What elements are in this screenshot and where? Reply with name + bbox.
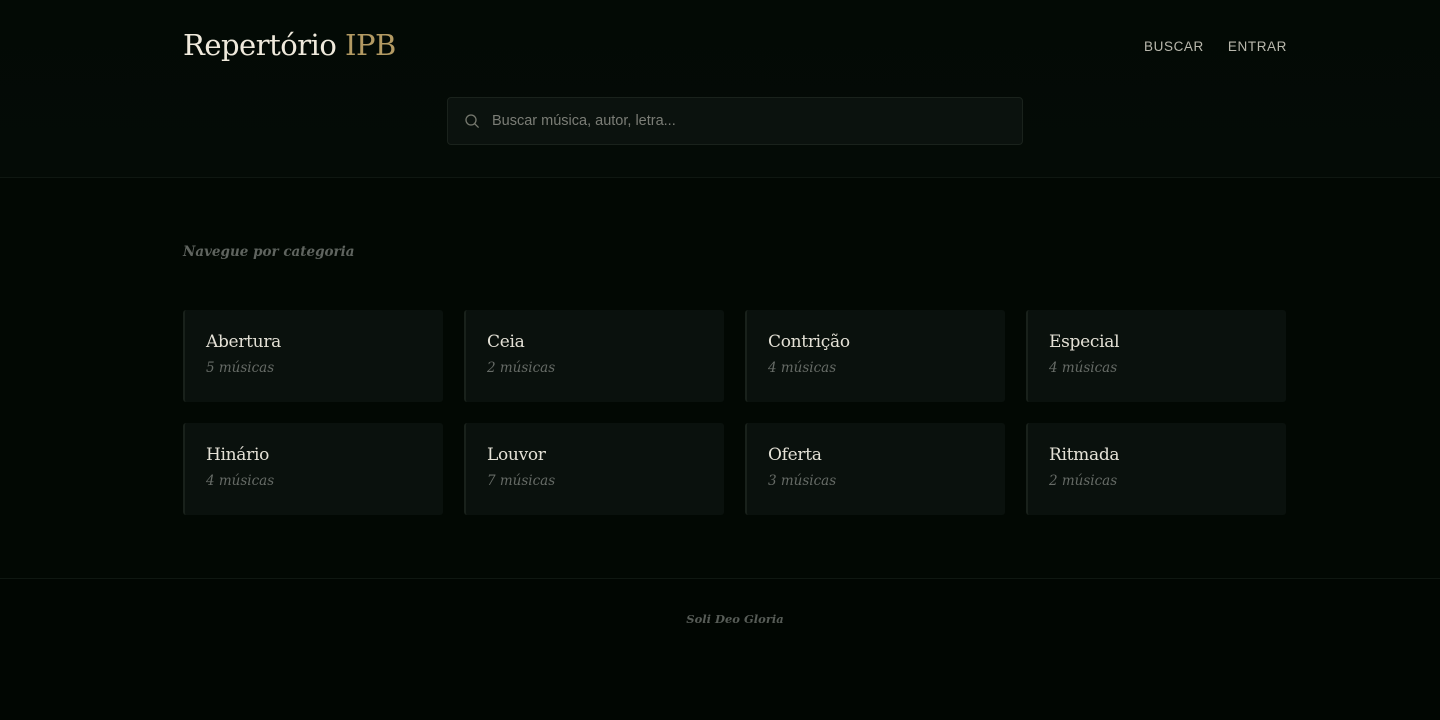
main-nav: BUSCAR ENTRAR — [1144, 38, 1287, 56]
category-name: Louvor — [487, 445, 546, 465]
category-count: 4 músicas — [1049, 360, 1118, 376]
category-name: Especial — [1049, 332, 1120, 352]
category-card-hinario[interactable]: Hinário 4 músicas — [183, 423, 443, 515]
nav-entrar-link[interactable]: ENTRAR — [1228, 38, 1287, 56]
categories-heading: Navegue por categoria — [183, 244, 355, 260]
category-count: 7 músicas — [487, 473, 556, 489]
category-card-ritmada[interactable]: Ritmada 2 músicas — [1026, 423, 1286, 515]
search-bar[interactable] — [447, 97, 1023, 145]
category-count: 3 músicas — [768, 473, 837, 489]
category-card-oferta[interactable]: Oferta 3 músicas — [745, 423, 1005, 515]
category-grid: Abertura 5 músicas Ceia 2 músicas Contri… — [183, 310, 1287, 515]
category-name: Ceia — [487, 332, 525, 352]
category-name: Abertura — [206, 332, 281, 352]
category-name: Hinário — [206, 445, 270, 465]
category-card-contricao[interactable]: Contrição 4 músicas — [745, 310, 1005, 402]
category-count: 2 músicas — [1049, 473, 1118, 489]
search-icon — [465, 114, 479, 128]
nav-buscar-link[interactable]: BUSCAR — [1144, 38, 1204, 56]
footer: Soli Deo Gloria — [0, 578, 1440, 720]
category-card-louvor[interactable]: Louvor 7 músicas — [464, 423, 724, 515]
category-card-abertura[interactable]: Abertura 5 músicas — [183, 310, 443, 402]
category-card-especial[interactable]: Especial 4 músicas — [1026, 310, 1286, 402]
category-name: Oferta — [768, 445, 822, 465]
category-count: 2 músicas — [487, 360, 556, 376]
site-logo[interactable]: Repertório IPB — [183, 26, 396, 64]
category-count: 4 músicas — [768, 360, 837, 376]
footer-text: Soli Deo Gloria — [686, 612, 784, 626]
search-input[interactable] — [492, 98, 1022, 144]
logo-main-text: Repertório — [183, 28, 337, 62]
logo-accent-text: IPB — [345, 28, 396, 62]
header: Repertório IPB BUSCAR ENTRAR — [0, 0, 1440, 178]
category-name: Contrição — [768, 332, 850, 352]
category-name: Ritmada — [1049, 445, 1120, 465]
category-count: 4 músicas — [206, 473, 275, 489]
category-card-ceia[interactable]: Ceia 2 músicas — [464, 310, 724, 402]
category-count: 5 músicas — [206, 360, 275, 376]
